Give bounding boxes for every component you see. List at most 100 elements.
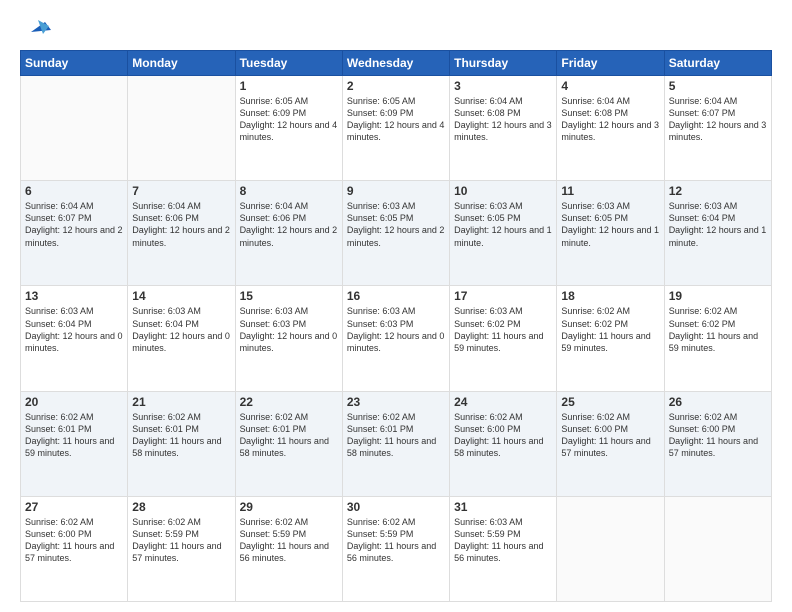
day-number: 15 <box>240 289 338 303</box>
cell-info: Sunrise: 6:03 AM Sunset: 6:02 PM Dayligh… <box>454 305 552 354</box>
calendar-cell: 24 Sunrise: 6:02 AM Sunset: 6:00 PM Dayli… <box>450 391 557 496</box>
calendar-cell: 13 Sunrise: 6:03 AM Sunset: 6:04 PM Dayli… <box>21 286 128 391</box>
calendar-cell: 5Sunrise: 6:04 AM Sunset: 6:07 PM Daylig… <box>664 76 771 181</box>
day-number: 19 <box>669 289 767 303</box>
cell-info: Sunrise: 6:03 AM Sunset: 6:04 PM Dayligh… <box>25 305 123 354</box>
cell-info: Sunrise: 6:03 AM Sunset: 6:04 PM Dayligh… <box>669 200 767 249</box>
calendar-cell: 27 Sunrise: 6:02 AM Sunset: 6:00 PM Dayli… <box>21 496 128 601</box>
calendar-cell <box>128 76 235 181</box>
cell-info: Sunrise: 6:02 AM Sunset: 6:00 PM Dayligh… <box>454 411 552 460</box>
calendar-cell <box>21 76 128 181</box>
day-number: 27 <box>25 500 123 514</box>
cell-info: Sunrise: 6:02 AM Sunset: 5:59 PM Dayligh… <box>240 516 338 565</box>
calendar-cell: 18 Sunrise: 6:02 AM Sunset: 6:02 PM Dayli… <box>557 286 664 391</box>
calendar-cell: 30 Sunrise: 6:02 AM Sunset: 5:59 PM Dayli… <box>342 496 449 601</box>
day-number: 17 <box>454 289 552 303</box>
calendar-page: SundayMondayTuesdayWednesdayThursdayFrid… <box>0 0 792 612</box>
cell-info: Sunrise: 6:02 AM Sunset: 6:01 PM Dayligh… <box>132 411 230 460</box>
calendar-cell: 25 Sunrise: 6:02 AM Sunset: 6:00 PM Dayli… <box>557 391 664 496</box>
calendar-cell: 1 Sunrise: 6:05 AM Sunset: 6:09 PM Daylig… <box>235 76 342 181</box>
cell-info: Sunrise: 6:02 AM Sunset: 6:01 PM Dayligh… <box>25 411 123 460</box>
cell-info: Sunrise: 6:02 AM Sunset: 6:00 PM Dayligh… <box>669 411 767 460</box>
cell-info: Sunrise: 6:02 AM Sunset: 6:02 PM Dayligh… <box>669 305 767 354</box>
calendar-cell: 21 Sunrise: 6:02 AM Sunset: 6:01 PM Dayli… <box>128 391 235 496</box>
calendar-cell: 8 Sunrise: 6:04 AM Sunset: 6:06 PM Daylig… <box>235 181 342 286</box>
cell-info: Sunrise: 6:05 AM Sunset: 6:09 PM Dayligh… <box>240 95 338 144</box>
calendar-header-row: SundayMondayTuesdayWednesdayThursdayFrid… <box>21 51 772 76</box>
cell-info: Sunrise: 6:03 AM Sunset: 6:05 PM Dayligh… <box>561 200 659 249</box>
calendar-cell: 28Sunrise: 6:02 AM Sunset: 5:59 PM Dayli… <box>128 496 235 601</box>
calendar-week-row: 27 Sunrise: 6:02 AM Sunset: 6:00 PM Dayli… <box>21 496 772 601</box>
cell-info: Sunrise: 6:03 AM Sunset: 6:03 PM Dayligh… <box>347 305 445 354</box>
logo <box>20 16 53 42</box>
calendar-day-header: Sunday <box>21 51 128 76</box>
day-number: 12 <box>669 184 767 198</box>
cell-info: Sunrise: 6:05 AM Sunset: 6:09 PM Dayligh… <box>347 95 445 144</box>
cell-info: Sunrise: 6:02 AM Sunset: 6:02 PM Dayligh… <box>561 305 659 354</box>
cell-info: Sunrise: 6:03 AM Sunset: 6:05 PM Dayligh… <box>347 200 445 249</box>
calendar-cell: 7 Sunrise: 6:04 AM Sunset: 6:06 PM Daylig… <box>128 181 235 286</box>
day-number: 7 <box>132 184 230 198</box>
calendar-cell: 26 Sunrise: 6:02 AM Sunset: 6:00 PM Dayli… <box>664 391 771 496</box>
cell-info: Sunrise: 6:04 AM Sunset: 6:08 PM Dayligh… <box>454 95 552 144</box>
cell-info: Sunrise: 6:04 AM Sunset: 6:06 PM Dayligh… <box>240 200 338 249</box>
day-number: 1 <box>240 79 338 93</box>
cell-info: Sunrise: 6:03 AM Sunset: 6:03 PM Dayligh… <box>240 305 338 354</box>
cell-info: Sunrise: 6:02 AM Sunset: 6:00 PM Dayligh… <box>25 516 123 565</box>
cell-info: Sunrise: 6:02 AM Sunset: 6:01 PM Dayligh… <box>347 411 445 460</box>
day-number: 8 <box>240 184 338 198</box>
day-number: 31 <box>454 500 552 514</box>
calendar-day-header: Friday <box>557 51 664 76</box>
day-number: 13 <box>25 289 123 303</box>
day-number: 11 <box>561 184 659 198</box>
day-number: 25 <box>561 395 659 409</box>
calendar-week-row: 20 Sunrise: 6:02 AM Sunset: 6:01 PM Dayli… <box>21 391 772 496</box>
day-number: 14 <box>132 289 230 303</box>
logo-icon <box>23 12 53 42</box>
calendar-cell: 17 Sunrise: 6:03 AM Sunset: 6:02 PM Dayli… <box>450 286 557 391</box>
day-number: 6 <box>25 184 123 198</box>
day-number: 26 <box>669 395 767 409</box>
cell-info: Sunrise: 6:04 AM Sunset: 6:07 PM Dayligh… <box>25 200 123 249</box>
calendar-table: SundayMondayTuesdayWednesdayThursdayFrid… <box>20 50 772 602</box>
calendar-cell <box>664 496 771 601</box>
cell-info: Sunrise: 6:02 AM Sunset: 6:00 PM Dayligh… <box>561 411 659 460</box>
calendar-cell: 29 Sunrise: 6:02 AM Sunset: 5:59 PM Dayli… <box>235 496 342 601</box>
day-number: 2 <box>347 79 445 93</box>
calendar-cell: 10 Sunrise: 6:03 AM Sunset: 6:05 PM Dayli… <box>450 181 557 286</box>
day-number: 21 <box>132 395 230 409</box>
header <box>20 16 772 42</box>
cell-info: Sunrise: 6:03 AM Sunset: 6:04 PM Dayligh… <box>132 305 230 354</box>
day-number: 9 <box>347 184 445 198</box>
calendar-week-row: 13 Sunrise: 6:03 AM Sunset: 6:04 PM Dayli… <box>21 286 772 391</box>
calendar-cell: 2 Sunrise: 6:05 AM Sunset: 6:09 PM Daylig… <box>342 76 449 181</box>
day-number: 30 <box>347 500 445 514</box>
cell-info: Sunrise: 6:03 AM Sunset: 6:05 PM Dayligh… <box>454 200 552 249</box>
day-number: 24 <box>454 395 552 409</box>
calendar-cell: 12 Sunrise: 6:03 AM Sunset: 6:04 PM Dayli… <box>664 181 771 286</box>
day-number: 29 <box>240 500 338 514</box>
day-number: 3 <box>454 79 552 93</box>
calendar-day-header: Monday <box>128 51 235 76</box>
calendar-day-header: Saturday <box>664 51 771 76</box>
day-number: 18 <box>561 289 659 303</box>
cell-info: Sunrise: 6:04 AM Sunset: 6:08 PM Dayligh… <box>561 95 659 144</box>
day-number: 10 <box>454 184 552 198</box>
calendar-cell: 31Sunrise: 6:03 AM Sunset: 5:59 PM Dayli… <box>450 496 557 601</box>
calendar-week-row: 1 Sunrise: 6:05 AM Sunset: 6:09 PM Daylig… <box>21 76 772 181</box>
cell-info: Sunrise: 6:02 AM Sunset: 5:59 PM Dayligh… <box>347 516 445 565</box>
day-number: 22 <box>240 395 338 409</box>
calendar-cell: 20 Sunrise: 6:02 AM Sunset: 6:01 PM Dayli… <box>21 391 128 496</box>
cell-info: Sunrise: 6:04 AM Sunset: 6:07 PM Dayligh… <box>669 95 767 144</box>
day-number: 20 <box>25 395 123 409</box>
day-number: 28 <box>132 500 230 514</box>
cell-info: Sunrise: 6:04 AM Sunset: 6:06 PM Dayligh… <box>132 200 230 249</box>
calendar-day-header: Wednesday <box>342 51 449 76</box>
day-number: 16 <box>347 289 445 303</box>
calendar-cell: 15 Sunrise: 6:03 AM Sunset: 6:03 PM Dayli… <box>235 286 342 391</box>
calendar-week-row: 6 Sunrise: 6:04 AM Sunset: 6:07 PM Daylig… <box>21 181 772 286</box>
calendar-cell: 9 Sunrise: 6:03 AM Sunset: 6:05 PM Daylig… <box>342 181 449 286</box>
calendar-cell: 11 Sunrise: 6:03 AM Sunset: 6:05 PM Dayli… <box>557 181 664 286</box>
cell-info: Sunrise: 6:02 AM Sunset: 6:01 PM Dayligh… <box>240 411 338 460</box>
calendar-day-header: Thursday <box>450 51 557 76</box>
